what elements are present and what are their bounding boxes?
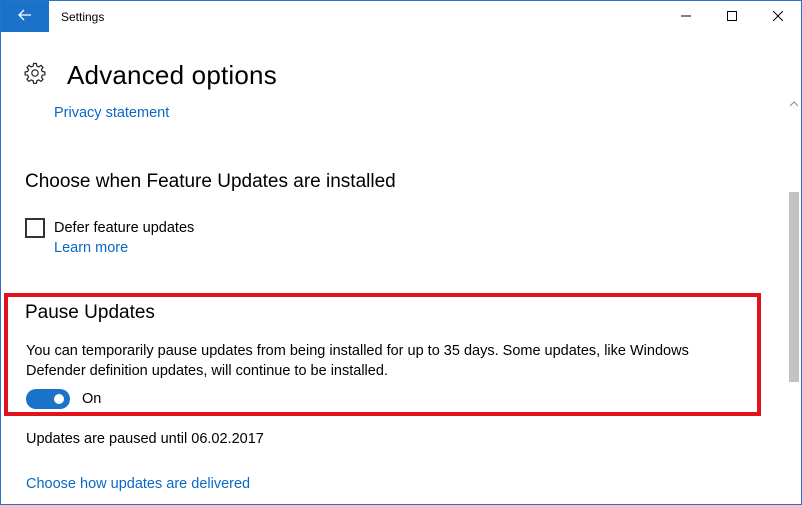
paused-until-status: Updates are paused until 06.02.2017 [26, 431, 264, 447]
defer-feature-updates-row[interactable]: Defer feature updates [25, 218, 194, 238]
toggle-knob [54, 394, 64, 404]
pause-updates-heading: Pause Updates [25, 302, 155, 323]
chevron-up-icon [789, 94, 799, 112]
page-title: Advanced options [67, 59, 277, 90]
scroll-up-button[interactable] [787, 96, 801, 110]
settings-window: Settings Advanced options Privacy statem… [0, 0, 802, 505]
toggle-state-label: On [82, 391, 102, 407]
update-delivery-link[interactable]: Choose how updates are delivered [26, 476, 250, 492]
title-bar: Settings [1, 1, 801, 32]
minimize-button[interactable] [663, 1, 709, 32]
defer-feature-updates-label[interactable]: Defer feature updates [54, 220, 194, 236]
minimize-icon [681, 8, 691, 26]
privacy-statement-link[interactable]: Privacy statement [54, 105, 169, 121]
window-title: Settings [61, 10, 105, 24]
back-arrow-icon [18, 8, 32, 26]
pause-updates-description: You can temporarily pause updates from b… [26, 343, 689, 379]
maximize-button[interactable] [709, 1, 755, 32]
maximize-icon [727, 8, 737, 26]
page-header: Advanced options [24, 55, 277, 95]
back-button[interactable] [1, 1, 49, 32]
pause-updates-toggle-row: On [26, 389, 101, 409]
vertical-scrollbar[interactable] [787, 96, 801, 504]
learn-more-link[interactable]: Learn more [54, 240, 128, 256]
feature-updates-heading: Choose when Feature Updates are installe… [25, 171, 396, 192]
close-button[interactable] [755, 1, 801, 32]
close-icon [772, 8, 784, 26]
scroll-thumb[interactable] [789, 192, 799, 382]
gear-icon [24, 62, 46, 89]
pause-updates-toggle[interactable] [26, 389, 70, 409]
defer-feature-updates-checkbox[interactable] [25, 218, 45, 238]
